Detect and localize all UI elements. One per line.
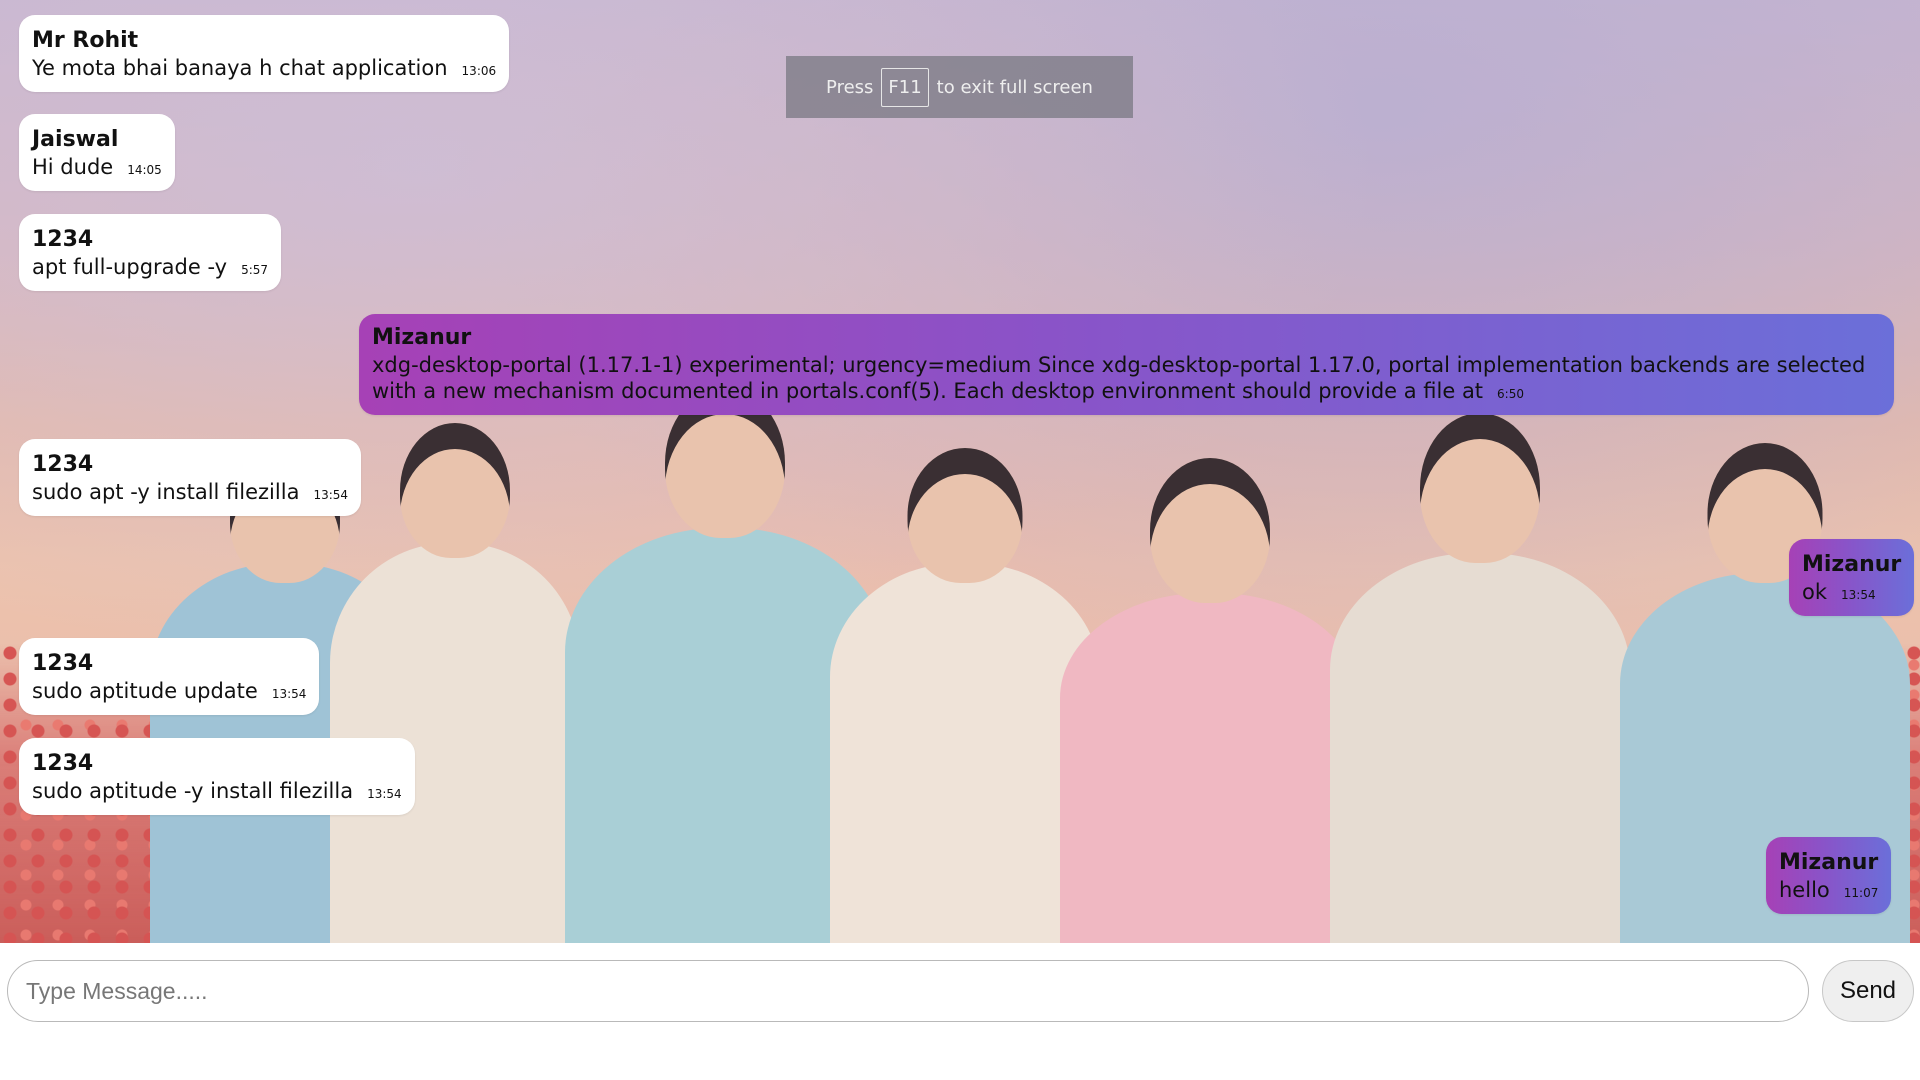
message-time: 13:54 [1841,588,1876,602]
message-bubble[interactable]: 1234 sudo aptitude update 13:54 [19,638,320,715]
message-sender: 1234 [32,452,94,477]
message-sender: Mr Rohit [32,28,139,53]
message-text: hello [1779,878,1830,902]
message-bubble[interactable]: 1234 apt full-upgrade -y 5:57 [19,214,282,291]
message-time: 13:54 [271,687,307,701]
own-message-bubble[interactable]: Mizanur hello 11:07 [1766,837,1892,914]
message-bubble[interactable]: 1234 sudo apt -y install filezilla 13:54 [19,439,362,516]
message-time: 14:05 [127,163,162,177]
message-bubble[interactable]: Mr Rohit Ye mota bhai banaya h chat appl… [19,15,510,92]
message-text: sudo aptitude update [32,679,258,703]
message-text: Ye mota bhai banaya h chat application [32,56,448,80]
message-sender: 1234 [32,751,94,776]
message-sender: Mizanur [1779,850,1879,875]
message-bubble[interactable]: Jaiswal Hi dude 14:05 [19,114,175,191]
background-person [1330,413,1630,943]
f11-key: F11 [881,67,929,107]
message-input[interactable] [7,960,1809,1022]
message-time: 5:57 [241,263,269,277]
message-sender: 1234 [32,651,94,676]
message-time: 13:54 [367,787,402,801]
message-sender: Mizanur [372,325,472,350]
own-message-bubble[interactable]: Mizanur ok 13:54 [1789,539,1915,616]
message-sender: 1234 [32,227,94,252]
background-person [1060,458,1360,943]
message-time: 11:07 [1843,886,1879,900]
message-text: Hi dude [32,155,114,179]
message-text: apt full-upgrade -y [32,255,228,279]
message-bubble[interactable]: 1234 sudo aptitude -y install filezilla 1… [19,738,415,815]
message-time: 6:50 [1497,387,1524,401]
message-time: 13:06 [461,64,497,78]
message-time: 13:54 [313,488,349,502]
message-text: xdg-desktop-portal (1.17.1-1) experiment… [372,353,1866,403]
chat-area[interactable]: Press F11 to exit full screen Mr Rohit Y… [0,0,1920,943]
message-sender: Mizanur [1802,552,1902,577]
send-button[interactable]: Send [1822,960,1914,1022]
message-sender: Jaiswal [32,127,119,152]
message-text: sudo apt -y install filezilla [32,480,300,504]
fullscreen-notice-press: Press [826,76,874,98]
message-composer: Send [0,943,1920,1080]
own-message-bubble[interactable]: Mizanur xdg-desktop-portal (1.17.1-1) ex… [359,314,1894,415]
message-text: ok [1802,580,1828,604]
fullscreen-notice-text: to exit full screen [936,76,1093,98]
fullscreen-notice: Press F11 to exit full screen [786,56,1133,118]
message-text: sudo aptitude -y install filezilla [32,779,354,803]
